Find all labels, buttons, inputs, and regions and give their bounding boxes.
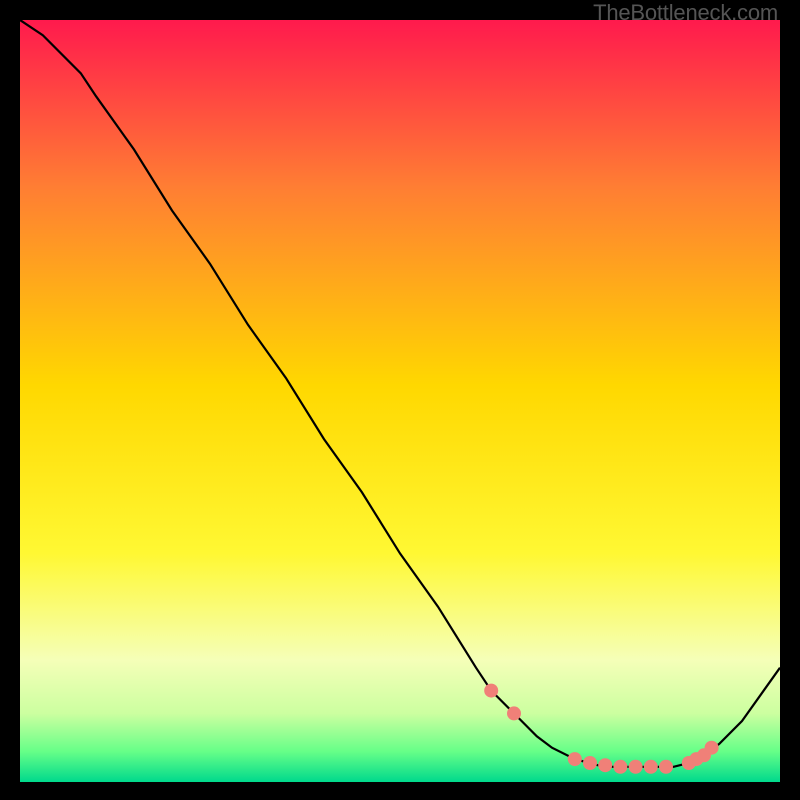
- marker-dot: [484, 684, 498, 698]
- marker-dot: [629, 760, 643, 774]
- marker-dot: [507, 706, 521, 720]
- chart-container: TheBottleneck.com: [0, 0, 800, 800]
- marker-dot: [705, 741, 719, 755]
- gradient-background: [20, 20, 780, 782]
- marker-dot: [568, 752, 582, 766]
- chart-svg: [20, 20, 780, 782]
- watermark-text: TheBottleneck.com: [593, 0, 778, 26]
- marker-dot: [583, 756, 597, 770]
- marker-dot: [598, 758, 612, 772]
- marker-dot: [613, 760, 627, 774]
- marker-dot: [659, 760, 673, 774]
- marker-dot: [644, 760, 658, 774]
